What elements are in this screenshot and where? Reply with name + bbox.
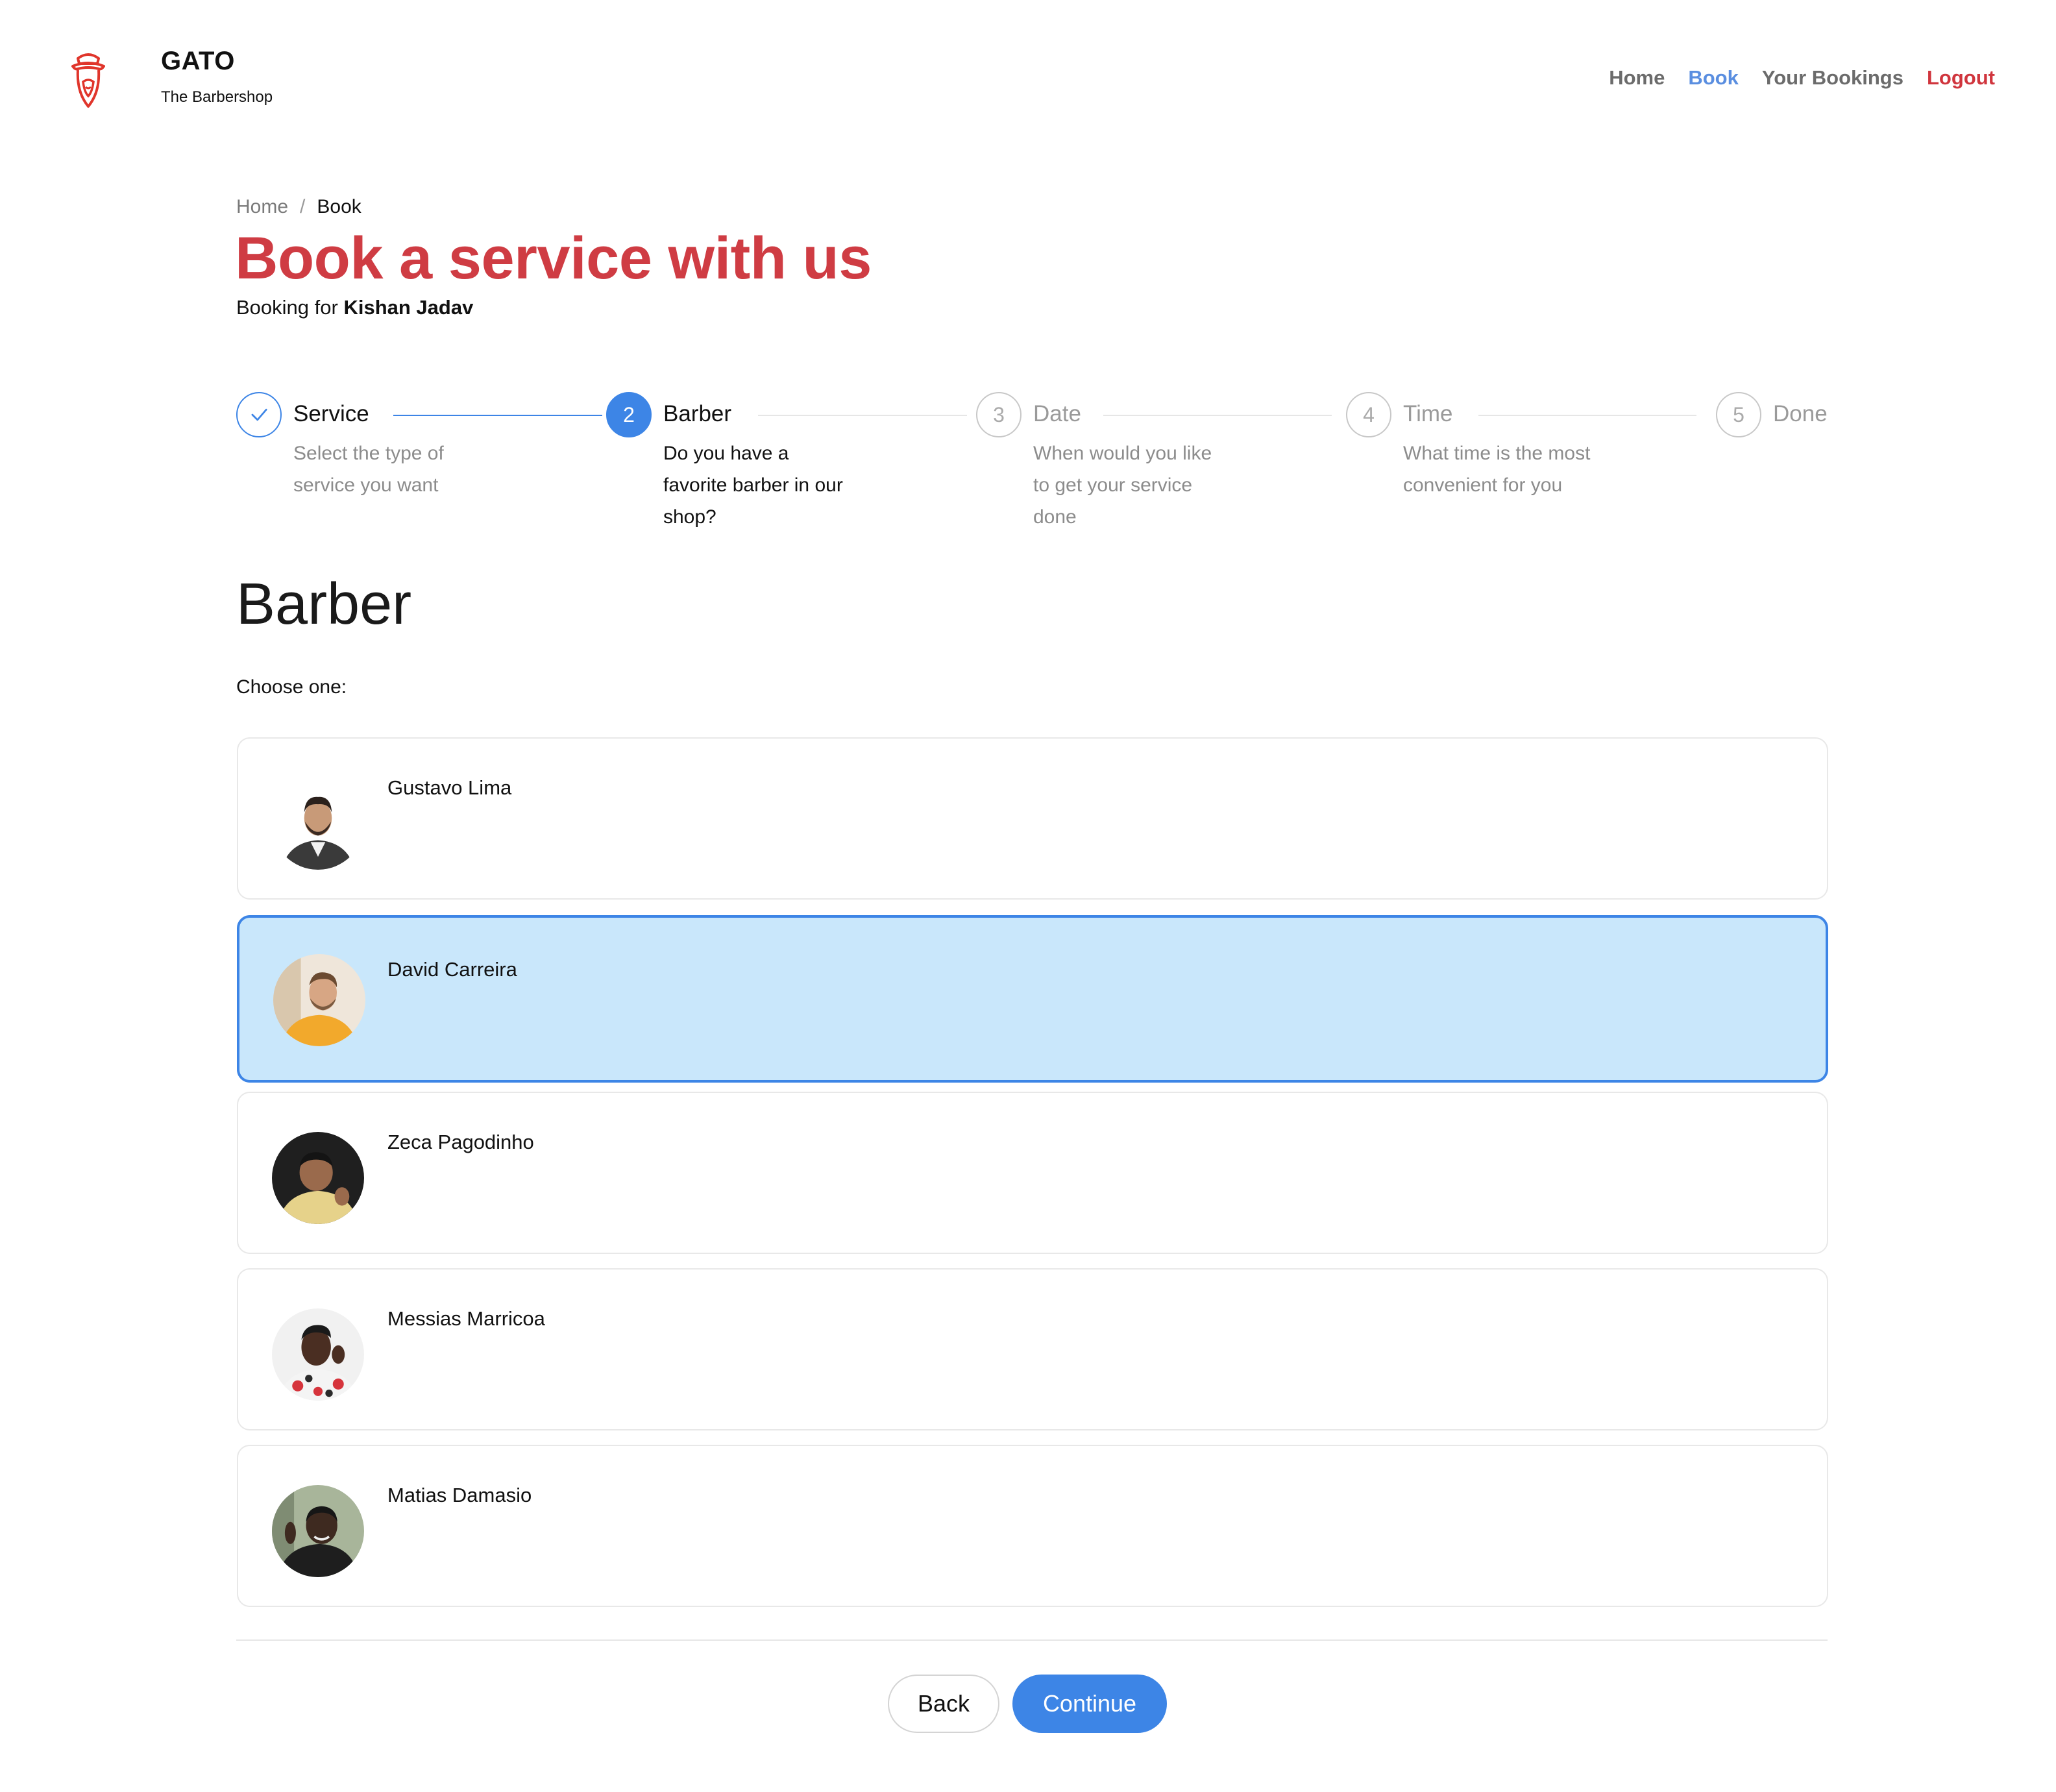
barber-option[interactable]: Gustavo Lima	[237, 737, 1828, 900]
booking-for-text: Booking for Kishan Jadav	[236, 296, 473, 319]
section-title: Barber	[236, 572, 412, 637]
main-nav: Home Book Your Bookings Logout	[1609, 66, 1995, 90]
avatar	[273, 954, 365, 1046]
step-title: Date	[1033, 401, 1081, 426]
barber-name: Gustavo Lima	[387, 776, 512, 799]
step-title: Service	[293, 401, 369, 426]
avatar	[272, 1485, 364, 1577]
avatar	[272, 1308, 364, 1401]
breadcrumb-separator: /	[300, 196, 306, 217]
step-description: When would you like to get your service …	[1033, 443, 1212, 528]
booking-for-prefix: Booking for	[236, 296, 338, 319]
step-number: 5	[1716, 392, 1761, 437]
brand-name: GATO	[161, 47, 235, 75]
step-description: Select the type of service you want	[293, 443, 444, 496]
breadcrumb-current: Book	[317, 196, 361, 217]
barber-option[interactable]: Zeca Pagodinho	[237, 1092, 1828, 1254]
step-description: What time is the most convenient for you	[1403, 443, 1591, 496]
breadcrumb: Home / Book	[236, 196, 361, 218]
barber-option[interactable]: Matias Damasio	[237, 1445, 1828, 1607]
continue-button[interactable]: Continue	[1012, 1675, 1167, 1733]
barber-name: Zeca Pagodinho	[387, 1131, 534, 1153]
step-connector	[1478, 415, 1696, 416]
step-number: 3	[976, 392, 1022, 437]
step-connector	[393, 415, 602, 416]
back-button[interactable]: Back	[888, 1675, 999, 1733]
nav-bookings-link[interactable]: Your Bookings	[1762, 66, 1903, 90]
avatar	[272, 778, 364, 870]
brand-tagline: The Barbershop	[161, 88, 273, 106]
nav-logout-link[interactable]: Logout	[1927, 66, 1995, 90]
step-number: 4	[1346, 392, 1391, 437]
step-connector	[1103, 415, 1332, 416]
step-number: 2	[606, 392, 652, 437]
barber-name: Matias Damasio	[387, 1484, 532, 1506]
footer-divider	[236, 1639, 1828, 1641]
step-title: Done	[1773, 401, 1828, 426]
booking-steps: Service Select the type of service you w…	[236, 392, 1828, 535]
avatar	[272, 1132, 364, 1224]
step-title: Time	[1403, 401, 1453, 426]
check-icon	[236, 392, 282, 437]
step-description: Do you have a favorite barber in our sho…	[663, 443, 843, 528]
nav-home-link[interactable]: Home	[1609, 66, 1665, 90]
barber-option-selected[interactable]: David Carreira	[237, 915, 1828, 1083]
barber-name: Messias Marricoa	[387, 1307, 545, 1330]
step-connector	[758, 415, 967, 416]
customer-name: Kishan Jadav	[343, 296, 474, 319]
step-title: Barber	[663, 401, 732, 426]
choose-one-label: Choose one:	[236, 676, 347, 698]
nav-book-link[interactable]: Book	[1688, 66, 1739, 90]
barber-mascot-icon[interactable]	[69, 49, 108, 109]
barber-name: David Carreira	[387, 958, 517, 981]
barber-option[interactable]: Messias Marricoa	[237, 1268, 1828, 1430]
breadcrumb-home-link[interactable]: Home	[236, 196, 288, 218]
page-title: Book a service with us	[235, 225, 872, 291]
